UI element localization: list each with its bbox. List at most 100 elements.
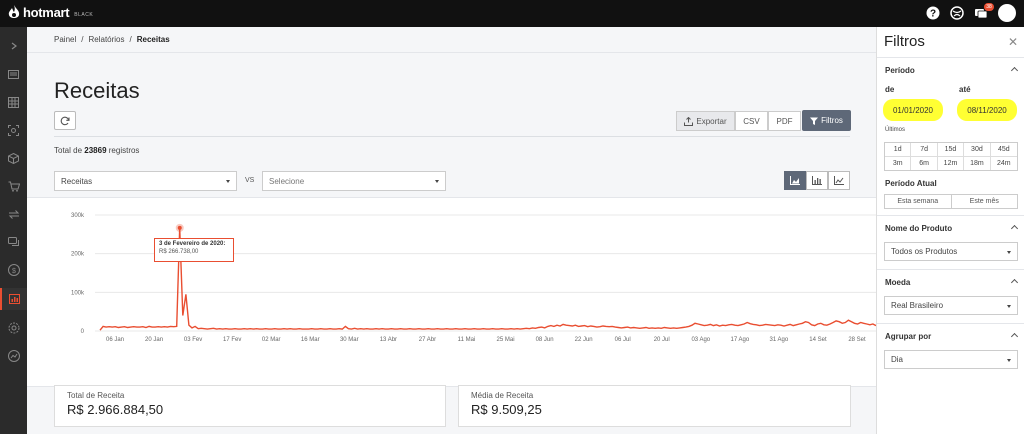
compare-select[interactable]: Selecione — [262, 171, 446, 191]
metric-select[interactable]: Receitas — [54, 171, 237, 191]
scan-icon[interactable] — [0, 119, 27, 141]
chevron-down-icon — [226, 180, 230, 183]
range-15d[interactable]: 15d — [937, 143, 965, 157]
filters-panel: Filtros ✕ Período de até 01/01/2020 08/1… — [876, 27, 1024, 434]
this-month-button[interactable]: Este mês — [952, 195, 1018, 208]
breadcrumb: Painel / Relatórios / Receitas — [54, 35, 170, 44]
chart-tooltip: 3 de Fevereiro de 2020: R$ 266.738,00 — [154, 238, 234, 262]
performance-icon[interactable] — [0, 345, 27, 367]
x-tick-label: 17 Fev — [223, 337, 241, 343]
chevron-down-icon — [1007, 305, 1011, 308]
x-tick-label: 20 Jul — [654, 337, 670, 343]
grid-icon[interactable] — [0, 91, 27, 113]
range-grid: 1d 7d 15d 30d 45d 3m 6m 12m 18m 24m — [884, 142, 1018, 171]
export-button-group: Exportar CSV PDF — [676, 111, 801, 131]
revenue-chart: 300k 200k 100k 0 06 Jan 20 Jan 03 Fev 17 Fev 02 … — [27, 197, 877, 387]
box-icon[interactable] — [0, 147, 27, 169]
chevron-up-icon[interactable] — [1010, 332, 1019, 341]
total-revenue-card: Total de Receita R$ 2.966.884,50 — [54, 385, 446, 427]
range-24m[interactable]: 24m — [991, 157, 1017, 171]
expand-sidebar-icon[interactable] — [0, 35, 27, 57]
breadcrumb-separator: / — [81, 35, 84, 44]
average-revenue-value: R$ 9.509,25 — [471, 402, 542, 417]
average-revenue-label: Média de Receita — [471, 391, 534, 400]
x-tick-label: 31 Ago — [770, 337, 789, 343]
group-by-select[interactable]: Dia — [884, 350, 1018, 369]
breadcrumb-receitas: Receitas — [136, 35, 170, 44]
export-label: Exportar — [696, 116, 727, 126]
globe-icon[interactable] — [950, 6, 964, 20]
x-tick-label: 17 Ago — [730, 337, 749, 343]
top-bar: hotmart BLACK ? 38 — [0, 0, 1024, 27]
to-label: até — [959, 85, 971, 94]
period-section-title: Período — [885, 66, 915, 75]
total-revenue-label: Total de Receita — [67, 391, 125, 400]
range-7d[interactable]: 7d — [911, 143, 938, 157]
bar-chart-icon — [812, 176, 822, 185]
x-tick-label: 14 Set — [809, 337, 827, 343]
breadcrumb-relatorios[interactable]: Relatórios — [88, 35, 124, 44]
transfer-icon[interactable] — [0, 203, 27, 225]
dashboard-icon[interactable] — [0, 63, 27, 85]
chevron-down-icon — [1007, 359, 1011, 362]
refresh-button[interactable] — [54, 111, 76, 130]
avatar[interactable] — [998, 4, 1016, 22]
x-tick-label: 20 Jan — [145, 337, 163, 343]
filter-icon — [810, 117, 819, 125]
chevron-up-icon[interactable] — [1010, 224, 1019, 233]
settings-icon[interactable] — [0, 317, 27, 339]
filters-button[interactable]: Filtros — [802, 110, 851, 131]
notifications-icon[interactable]: 38 — [974, 3, 994, 20]
peak-marker[interactable] — [177, 225, 182, 230]
svg-text:?: ? — [930, 9, 936, 20]
chevron-down-icon — [1007, 251, 1011, 254]
bar-chart-button[interactable] — [806, 171, 828, 190]
chevron-up-icon[interactable] — [1010, 278, 1019, 287]
csv-button[interactable]: CSV — [735, 111, 768, 131]
range-45d[interactable]: 45d — [990, 143, 1017, 157]
filters-divider — [877, 57, 1024, 58]
y-tick-label: 200k — [71, 252, 85, 258]
area-chart-icon — [790, 176, 800, 185]
money-icon[interactable]: $ — [0, 259, 27, 281]
group-by-select-value: Dia — [891, 355, 904, 364]
average-revenue-card: Média de Receita R$ 9.509,25 — [458, 385, 851, 427]
range-18m[interactable]: 18m — [964, 156, 991, 170]
chat-icon[interactable] — [0, 231, 27, 253]
reports-icon[interactable] — [0, 288, 27, 310]
currency-select[interactable]: Real Brasileiro — [884, 296, 1018, 315]
sidebar: $ — [0, 27, 27, 434]
total-revenue-value: R$ 2.966.884,50 — [67, 402, 164, 417]
header-divider — [54, 136, 850, 137]
range-30d[interactable]: 30d — [964, 143, 991, 157]
to-date-input[interactable]: 08/11/2020 — [957, 99, 1017, 121]
x-tick-label: 28 Set — [848, 337, 866, 343]
x-tick-label: 11 Mai — [458, 337, 476, 343]
cart-icon[interactable] — [0, 175, 27, 197]
range-3m[interactable]: 3m — [885, 156, 912, 170]
line-chart-icon — [834, 176, 844, 185]
range-6m[interactable]: 6m — [911, 156, 938, 170]
line-chart-button[interactable] — [828, 171, 850, 190]
x-tick-label: 16 Mar — [301, 337, 320, 343]
area-chart-button[interactable] — [784, 171, 806, 190]
close-icon[interactable]: ✕ — [1008, 35, 1018, 49]
export-button[interactable]: Exportar — [676, 111, 735, 131]
help-icon[interactable]: ? — [926, 6, 940, 20]
pdf-button[interactable]: PDF — [768, 111, 801, 131]
group-section-title: Agrupar por — [885, 332, 932, 341]
section-divider — [877, 215, 1024, 216]
tooltip-date: 3 de Fevereiro de 2020: — [159, 241, 226, 247]
product-select[interactable]: Todos os Produtos — [884, 242, 1018, 261]
from-date-input[interactable]: 01/01/2020 — [883, 99, 943, 121]
x-tick-label: 22 Jun — [575, 337, 593, 343]
currency-select-value: Real Brasileiro — [891, 301, 944, 310]
hotmart-logo[interactable]: hotmart BLACK — [8, 5, 93, 20]
breadcrumb-painel[interactable]: Painel — [54, 35, 76, 44]
range-1d[interactable]: 1d — [885, 143, 912, 157]
range-12m[interactable]: 12m — [938, 156, 965, 170]
x-tick-label: 13 Abr — [380, 337, 397, 343]
this-week-button[interactable]: Esta semana — [885, 195, 952, 208]
total-count: 23869 — [84, 146, 107, 155]
chevron-up-icon[interactable] — [1010, 66, 1019, 75]
